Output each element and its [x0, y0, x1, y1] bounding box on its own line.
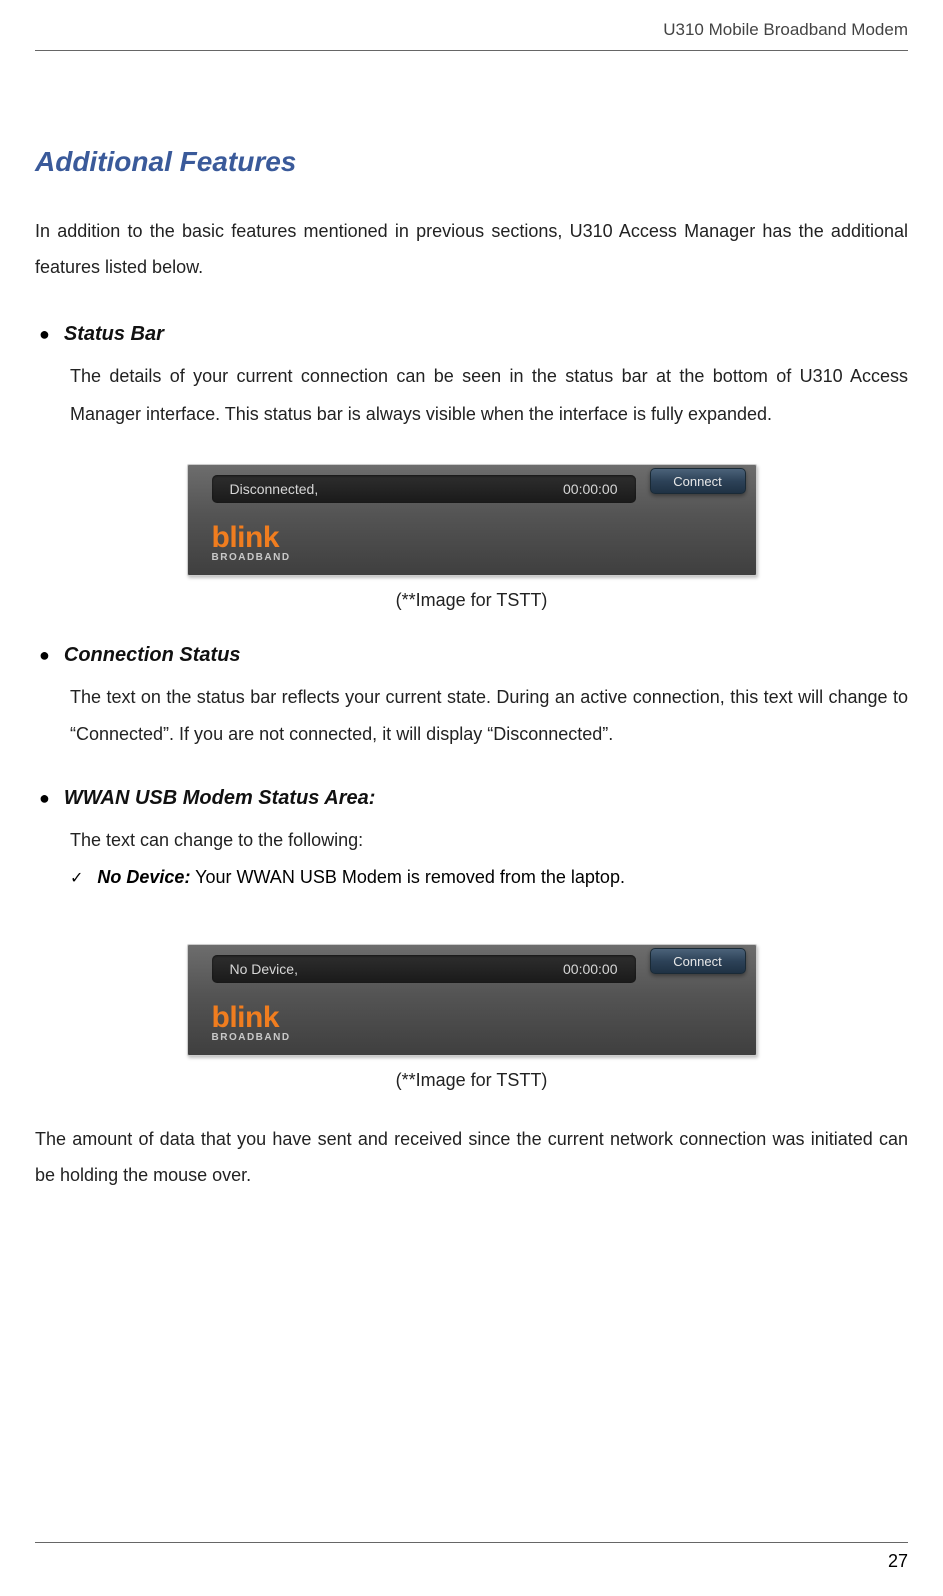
- status-text: Disconnected,: [230, 481, 319, 497]
- bullet-icon: ●: [39, 784, 50, 813]
- bullet-title-connection-status: Connection Status: [64, 644, 241, 667]
- page-header: U310 Mobile Broadband Modem: [35, 20, 908, 51]
- closing-paragraph: The amount of data that you have sent an…: [35, 1121, 908, 1193]
- bullet-title-wwan: WWAN USB Modem Status Area:: [64, 787, 376, 810]
- figure-status-bar-no-device: No Device, 00:00:00 blink BROADBAND Conn…: [187, 944, 757, 1056]
- check-icon: ✓: [70, 868, 83, 888]
- status-strip: No Device, 00:00:00: [212, 955, 636, 983]
- sub-bullet-label: No Device:: [97, 867, 190, 887]
- bullet-body-status-bar: The details of your current connection c…: [70, 358, 908, 434]
- brand-sub-text: BROADBAND: [212, 1032, 291, 1043]
- brand-main-text: blink: [212, 1004, 291, 1031]
- brand-logo: blink BROADBAND: [212, 1004, 291, 1043]
- sub-bullet-no-device: ✓ No Device: Your WWAN USB Modem is remo…: [70, 860, 908, 894]
- brand-main-text: blink: [212, 524, 291, 551]
- bullet-wwan: ● WWAN USB Modem Status Area: The text c…: [35, 784, 908, 894]
- status-strip: Disconnected, 00:00:00: [212, 475, 636, 503]
- bullet-status-bar: ● Status Bar The details of your current…: [35, 320, 908, 434]
- status-time: 00:00:00: [563, 961, 618, 977]
- header-title: U310 Mobile Broadband Modem: [663, 20, 908, 39]
- bullet-body-connection-status: The text on the status bar reflects your…: [70, 679, 908, 755]
- connect-button[interactable]: Connect: [650, 468, 746, 494]
- sub-bullet-text: No Device: Your WWAN USB Modem is remove…: [97, 860, 625, 894]
- page-number: 27: [888, 1551, 908, 1571]
- status-time: 00:00:00: [563, 481, 618, 497]
- bullet-connection-status: ● Connection Status The text on the stat…: [35, 641, 908, 755]
- bullet-title-status-bar: Status Bar: [64, 323, 164, 346]
- page-footer: 27: [35, 1542, 908, 1572]
- sub-bullet-desc: Your WWAN USB Modem is removed from the …: [190, 867, 625, 887]
- figure1-caption: (**Image for TSTT): [35, 590, 908, 611]
- brand-logo: blink BROADBAND: [212, 524, 291, 563]
- bullet-body-wwan: The text can change to the following:: [70, 822, 908, 860]
- figure-status-bar-disconnected: Disconnected, 00:00:00 blink BROADBAND C…: [187, 464, 757, 576]
- intro-paragraph: In addition to the basic features mentio…: [35, 213, 908, 285]
- brand-sub-text: BROADBAND: [212, 552, 291, 563]
- status-text: No Device,: [230, 961, 298, 977]
- connect-button[interactable]: Connect: [650, 948, 746, 974]
- bullet-icon: ●: [39, 641, 50, 670]
- section-title: Additional Features: [35, 146, 908, 178]
- figure2-caption: (**Image for TSTT): [35, 1070, 908, 1091]
- bullet-icon: ●: [39, 320, 50, 349]
